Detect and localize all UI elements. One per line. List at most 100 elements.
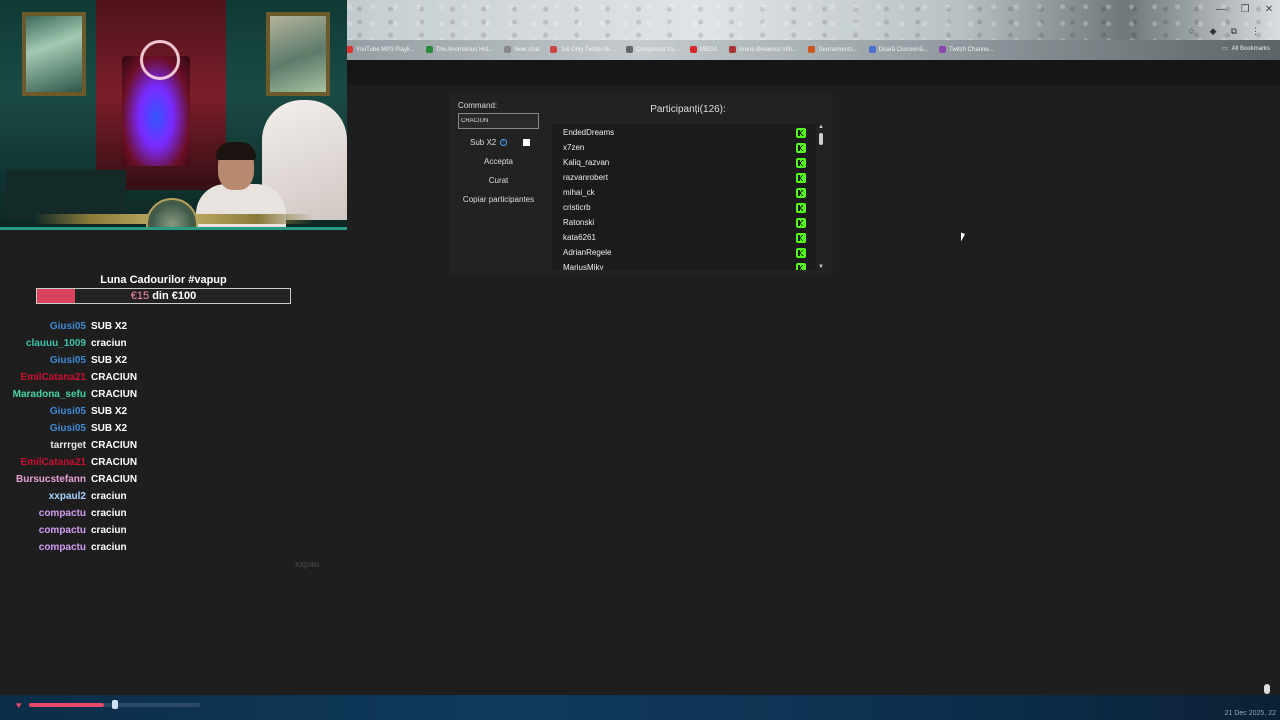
participant-name: kata6261 [563, 233, 596, 242]
chat-username[interactable]: Giusi05 [50, 403, 86, 420]
participant-row[interactable]: Ratonski [552, 215, 816, 230]
volume-track[interactable] [104, 703, 200, 707]
menu-icon[interactable]: ⋮ [1251, 26, 1260, 37]
bookmarks-list: YouTube MP3 Playli... The Anomalous Hot..… [346, 46, 1005, 53]
chat-username[interactable]: Giusi05 [50, 318, 86, 335]
bookmark-label: Arena Breakout Info... [738, 46, 797, 53]
volume-knob[interactable] [112, 700, 118, 709]
copy-participants-button[interactable]: Copiar participantes [458, 195, 539, 204]
participants-title: Participanți(126): [650, 104, 726, 115]
participants-scrollbar[interactable]: ▲ ▼ [817, 124, 825, 270]
chat-message: Giusi05 SUB X2 [0, 318, 300, 335]
participant-row[interactable]: mihai_ck [552, 185, 816, 200]
participant-name: Kaliq_razvan [563, 158, 610, 167]
scroll-thumb[interactable] [819, 133, 823, 145]
chat-username[interactable]: Giusi05 [50, 352, 86, 369]
chat-username[interactable]: Giusi05 [50, 420, 86, 437]
chat-message: xxpaul2 craciun [0, 488, 300, 505]
chat-text: SUB X2 [91, 321, 128, 332]
toolbar-icons: ☆ ◆ ⧉ ⋮ [1188, 26, 1260, 37]
all-bookmarks-label: All Bookmarks [1231, 45, 1270, 52]
bookmark-favicon-icon [689, 46, 697, 53]
bookmark-favicon-icon [807, 46, 815, 53]
bookmark-item[interactable]: Compound tra... [625, 46, 679, 53]
bookmark-item[interactable]: The Anomalous Hot... [425, 46, 494, 53]
chat-message: clauuu_1009 craciun [0, 335, 300, 352]
screen: — ❐ ✕ ☆ ◆ ⧉ ⋮ YouTube MP3 Playli... The A… [0, 0, 1280, 720]
participant-row[interactable]: razvanrobert [552, 170, 816, 185]
chat-username[interactable]: Bursucstefann [16, 471, 86, 488]
bookmark-item[interactable]: Twitch Channe... [939, 46, 994, 53]
command-input[interactable] [458, 113, 539, 129]
bookmark-label: YouTube MP3 Playli... [356, 46, 415, 53]
chat-text: CRACIUN [91, 457, 138, 468]
crest-emblem [146, 198, 198, 227]
chat-text: CRACIUN [91, 440, 138, 451]
participant-row[interactable]: AdrianRegele [552, 245, 816, 260]
participant-row[interactable]: x7zen [552, 140, 816, 155]
goal-rest: din €100 [149, 290, 197, 302]
sub-x2-option[interactable]: Sub X2 i [470, 138, 508, 147]
chat-username[interactable]: compactu [39, 522, 86, 539]
extension-icon[interactable]: ◆ [1210, 26, 1217, 37]
chat-text: craciun [91, 338, 127, 349]
participant-name: EndedDreams [563, 128, 615, 137]
heart-icon[interactable]: ♥ [16, 700, 21, 710]
chat-message: EmilCatana21 CRACIUN [0, 454, 300, 471]
participant-row[interactable]: MariusMiky [552, 260, 816, 270]
chat-username[interactable]: xxpaul2 [49, 488, 86, 505]
bookmark-item[interactable]: YouTube MP3 Playli... [346, 46, 415, 53]
minimize-icon[interactable]: — [1216, 4, 1226, 15]
window-controls: — ❐ ✕ [1216, 4, 1274, 15]
microphone-icon[interactable] [1264, 684, 1270, 694]
chat-text: craciun [91, 491, 127, 502]
bookmark-favicon-icon [425, 46, 433, 53]
chat-username[interactable]: clauuu_1009 [26, 335, 86, 352]
participant-row[interactable]: kata6261 [552, 230, 816, 245]
restore-icon[interactable]: ❐ [1240, 4, 1250, 15]
all-bookmarks-button[interactable]: ▭ All Bookmarks [1222, 45, 1270, 53]
accept-button[interactable]: Accepta [458, 157, 539, 166]
chat-username[interactable]: Maradona_sefu [13, 386, 86, 403]
close-icon[interactable]: ✕ [1264, 4, 1274, 15]
taskbar [0, 695, 1280, 720]
kick-logo-icon [796, 218, 806, 228]
clear-button[interactable]: Curat [458, 176, 539, 185]
goal-current: €15 [130, 290, 150, 302]
goal-text: €15 din €100 [37, 289, 290, 303]
bookmark-label: Doară Ciocovină... [878, 46, 929, 53]
bookmark-item[interactable]: Tournaments... [807, 46, 858, 53]
chat-username[interactable]: tarrrget [50, 437, 86, 454]
star-icon[interactable]: ☆ [1188, 26, 1196, 37]
info-icon[interactable]: i [500, 139, 508, 146]
chat-username[interactable]: compactu [39, 505, 86, 522]
bookmark-label: The Anomalous Hot... [435, 46, 494, 53]
scroll-down-icon[interactable]: ▼ [818, 264, 824, 270]
bookmark-item[interactable]: Tell Only Twitter lik... [550, 46, 615, 53]
chat-username[interactable]: compactu [39, 539, 86, 556]
bookmark-item[interactable]: Arena Breakout Info... [728, 46, 797, 53]
participant-row[interactable]: EndedDreams [552, 125, 816, 140]
chat-text: craciun [91, 508, 127, 519]
chat-username[interactable]: EmilCatana21 [20, 454, 86, 471]
scroll-up-icon[interactable]: ▲ [818, 124, 824, 130]
bookmark-item[interactable]: MEGA [689, 46, 718, 53]
wreath [140, 40, 180, 80]
sub-x2-checkbox[interactable] [523, 139, 530, 146]
participant-row[interactable]: Kaliq_razvan [552, 155, 816, 170]
bookmark-item[interactable]: Doară Ciocovină... [868, 46, 929, 53]
bookmark-label: Compound tra... [635, 46, 679, 53]
bookmark-item[interactable]: New chat [504, 46, 539, 53]
participant-name: razvanrobert [563, 173, 608, 182]
bookmark-favicon-icon [939, 46, 947, 53]
participant-row[interactable]: cristicrb [552, 200, 816, 215]
bookmark-favicon-icon [550, 46, 558, 53]
bookmark-favicon-icon [504, 46, 512, 53]
streamer-hair [216, 142, 256, 160]
puzzle-icon[interactable]: ⧉ [1231, 26, 1237, 37]
chat-username[interactable]: EmilCatana21 [20, 369, 86, 386]
chat-message: compactu craciun [0, 539, 300, 556]
chat-text: craciun [91, 525, 127, 536]
participants-list[interactable]: EndedDreams x7zen Kaliq_razvan razvanrobert… [552, 124, 816, 270]
command-label: Command: [458, 101, 498, 110]
